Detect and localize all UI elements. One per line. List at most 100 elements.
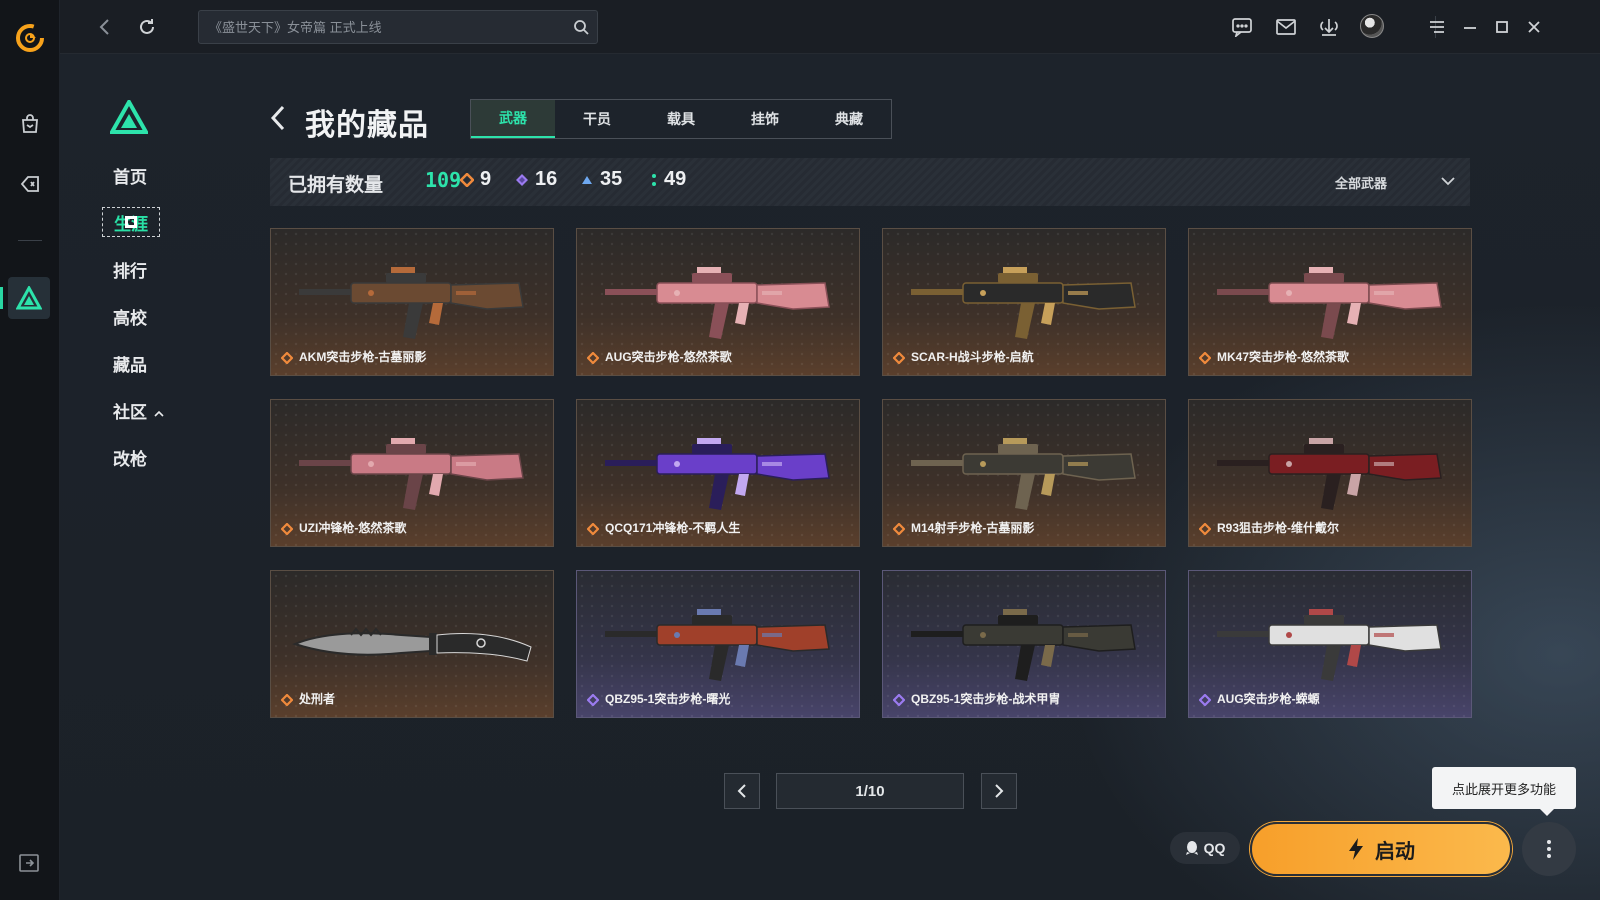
weapon-skin-image [291,247,535,347]
collection-item-card[interactable]: MK47突击步枪-悠然茶歌 [1188,228,1472,376]
chevron-up-icon [154,410,164,417]
subnav-item-collection[interactable]: 藏品 [113,351,147,376]
subnav-item-career[interactable]: 生涯 [102,207,160,237]
orange-diamond-icon [280,522,294,536]
next-page-button[interactable] [981,773,1017,809]
page-back-icon[interactable] [268,104,288,132]
tab-charms[interactable]: 挂饰 [723,100,807,138]
item-name: QBZ95-1突击步枪-战术甲胄 [911,692,1061,706]
orange-diamond-icon [460,172,474,187]
subnav-item-college[interactable]: 高校 [113,304,147,329]
item-name: AUG突击步枪-悠然茶歌 [605,350,732,364]
app-logo-icon[interactable] [14,22,46,54]
minimize-icon[interactable] [1458,15,1482,39]
weapon-skin-image [597,247,841,347]
tab-weapons[interactable]: 武器 [471,100,555,138]
item-name: MK47突击步枪-悠然茶歌 [1217,350,1350,364]
orange-diamond-icon [892,522,906,536]
launch-button[interactable]: 启动 [1250,822,1512,876]
rarity-count-value: 49 [664,168,687,190]
search-icon[interactable] [573,19,589,35]
maximize-icon[interactable] [1490,15,1514,39]
app-rail [0,0,60,900]
ownership-stats-bar: 已拥有数量 109 9 16 35 49 全部武器 [270,158,1470,206]
item-name: 处刑者 [299,692,336,706]
launch-label: 启动 [1375,840,1415,863]
weapon-skin-image [903,418,1147,518]
purple-diamond-icon [892,693,906,707]
subnav-item-community[interactable]: 社区 [113,398,164,423]
mail-icon[interactable] [1274,15,1298,39]
page-indicator: 1/10 [776,773,964,809]
close-icon[interactable] [1522,15,1546,39]
back-arrow-icon[interactable] [92,14,118,40]
menu-icon[interactable] [1425,15,1449,39]
qq-label: QQ [1203,840,1226,856]
collection-item-card[interactable]: AUG突击步枪-悠然茶歌 [576,228,860,376]
weapon-skin-image [903,589,1147,689]
collection-item-card[interactable]: 处刑者 [270,570,554,718]
rail-divider [18,240,42,241]
weapon-skin-image [597,589,841,689]
collection-tabs: 武器 干员 载具 挂饰 典藏 [470,99,892,139]
gamepad-tag-icon[interactable] [14,168,46,200]
chevron-right-icon [995,784,1004,798]
more-options-button[interactable] [1522,822,1576,876]
weapon-skin-image [1209,247,1453,347]
item-name: AUG突击步枪-蝾螈 [1217,692,1320,706]
tab-vehicles[interactable]: 载具 [639,100,723,138]
vertical-dots-icon [1547,840,1551,858]
qq-login-badge[interactable]: QQ [1170,832,1240,864]
game-shortcut-delta-icon[interactable] [8,277,50,319]
orange-diamond-icon [586,351,600,365]
orange-diamond-icon [586,522,600,536]
refresh-icon[interactable] [134,14,160,40]
subnav-item-community-label: 社区 [113,403,147,422]
tab-archive[interactable]: 典藏 [807,100,891,138]
tab-operators[interactable]: 干员 [555,100,639,138]
subnav-item-home[interactable]: 首页 [113,163,147,188]
search-input[interactable] [209,11,559,43]
orange-diamond-icon [280,351,294,365]
owned-count-total: 109 [425,168,462,192]
rarity-count-blue: 35 [580,168,622,191]
page-title: 我的藏品 [305,109,429,142]
collection-item-card[interactable]: M14射手步枪-古墓丽影 [882,399,1166,547]
user-avatar[interactable] [1360,14,1384,38]
store-bag-icon[interactable] [14,108,46,140]
purple-diamond-icon [1198,693,1212,707]
green-dots-icon [652,173,656,186]
qq-penguin-icon [1185,841,1198,855]
more-features-tooltip: 点此展开更多功能 [1432,767,1576,816]
download-icon[interactable] [1317,15,1341,39]
rarity-count-value: 16 [535,168,558,190]
item-name: M14射手步枪-古墓丽影 [911,521,1035,535]
rail-active-indicator [0,287,3,309]
collapse-sidebar-icon[interactable] [18,852,40,874]
collection-item-card[interactable]: SCAR-H战斗步枪-启航 [882,228,1166,376]
orange-diamond-icon [892,351,906,365]
collection-item-card[interactable]: AKM突击步枪-古墓丽影 [270,228,554,376]
item-name: R93狙击步枪-维什戴尔 [1217,521,1340,535]
collection-item-card[interactable]: QCQ171冲锋枪-不羁人生 [576,399,860,547]
collection-item-card[interactable]: R93狙击步枪-维什戴尔 [1188,399,1472,547]
collection-item-card[interactable]: QBZ95-1突击步枪-曙光 [576,570,860,718]
prev-page-button[interactable] [724,773,760,809]
lightning-icon [1349,838,1363,860]
collection-item-card[interactable]: QBZ95-1突击步枪-战术甲胄 [882,570,1166,718]
search-box[interactable] [198,10,598,44]
item-name: AKM突击步枪-古墓丽影 [299,350,427,364]
rarity-count-value: 9 [480,168,492,190]
rarity-count-orange: 9 [460,168,491,191]
chevron-down-icon[interactable] [1440,174,1456,188]
chat-message-icon[interactable] [1230,15,1254,39]
collection-item-card[interactable]: UZI冲锋枪-悠然茶歌 [270,399,554,547]
weapon-filter-dropdown[interactable]: 全部武器 [1335,173,1387,192]
blue-diamond-icon [582,175,592,184]
subnav-item-ranking[interactable]: 排行 [113,257,147,282]
weapon-skin-image [291,589,535,689]
subnav-item-career-label: 生涯 [114,214,148,234]
subnav-item-gunsmith[interactable]: 改枪 [113,445,147,470]
weapon-skin-image [1209,418,1453,518]
collection-item-card[interactable]: AUG突击步枪-蝾螈 [1188,570,1472,718]
